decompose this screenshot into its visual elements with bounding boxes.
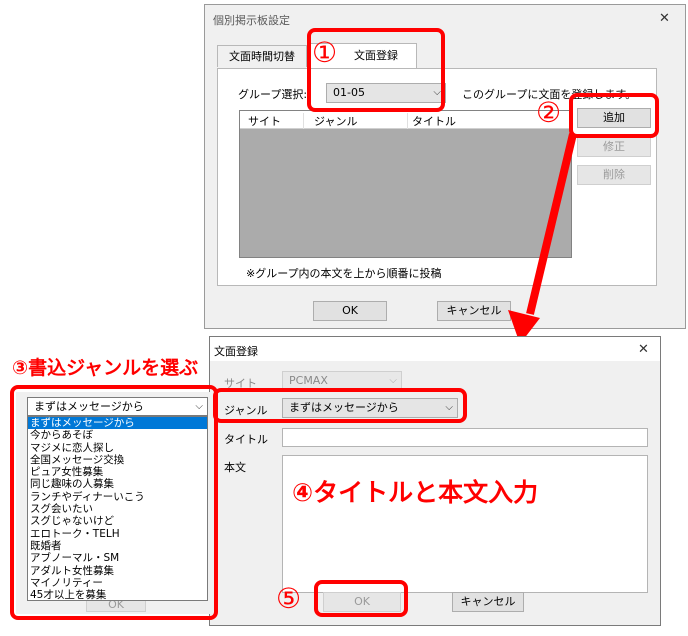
annotation-number-5: ⑤ [276,582,302,615]
dropdown-option[interactable]: エロトーク・TELH [28,528,207,540]
annotation-box-genre [213,388,467,423]
dropdown-selected-value: まずはメッセージから [34,400,144,413]
genre-dropdown-select[interactable]: まずはメッセージから ⌵ [27,397,208,416]
dropdown-option[interactable]: スグ会いたい [28,503,207,515]
annotation-label-3: ③書込ジャンルを選ぶ [12,357,199,379]
body-textarea[interactable] [282,455,648,593]
title-label: タイトル [224,433,268,446]
dropdown-option[interactable]: 45才以上を募集 [28,589,207,601]
annotation-box-5 [314,580,408,617]
cancel-button[interactable]: キャンセル [452,592,524,612]
dialog-title: 文面登録 [214,345,258,358]
dropdown-option[interactable]: マジメに恋人探し [28,442,207,454]
dropdown-option[interactable]: マイノリティー [28,577,207,589]
dropdown-option[interactable]: ピュア女性募集 [28,466,207,478]
chevron-down-icon: ⌵ [195,401,203,412]
site-select-value: PCMAX [289,374,328,387]
close-icon[interactable]: ✕ [638,342,649,357]
annotation-label-4: ④タイトルと本文入力 [292,478,539,507]
dropdown-option[interactable]: アブノーマル・SM [28,552,207,564]
dropdown-option[interactable]: 今からあそぼ [28,429,207,441]
dropdown-option[interactable]: アダルト女性募集 [28,565,207,577]
dropdown-option[interactable]: 同じ趣味の人募集 [28,478,207,490]
dropdown-option[interactable]: 全国メッセージ交換 [28,454,207,466]
dropdown-option[interactable]: ランチやディナーいこう [28,491,207,503]
genre-dropdown-list[interactable]: まずはメッセージから 今からあそぼ マジメに恋人探し 全国メッセージ交換 ピュア… [27,416,208,601]
body-label: 本文 [224,461,246,474]
dropdown-option[interactable]: スグじゃないけど [28,515,207,527]
title-input[interactable] [282,428,648,447]
dropdown-option[interactable]: 既婚者 [28,540,207,552]
dropdown-option[interactable]: まずはメッセージから [28,417,207,430]
